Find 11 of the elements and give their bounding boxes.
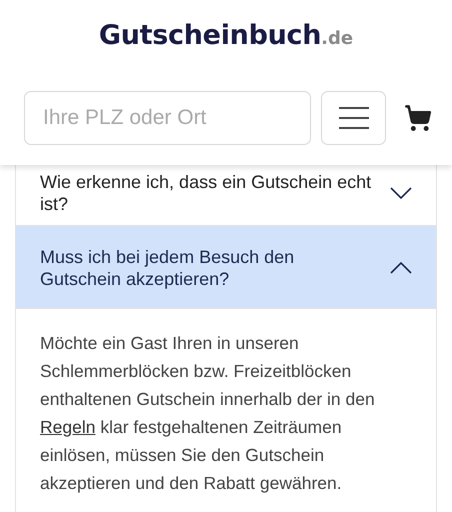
- faq-question[interactable]: Muss ich bei jedem Besuch den Gutschein akzeptieren?: [16, 226, 436, 309]
- menu-icon: [338, 107, 368, 129]
- chevron-up-icon: [390, 262, 412, 274]
- chevron-down-icon: [390, 187, 412, 199]
- menu-button[interactable]: [321, 91, 386, 145]
- faq-answer: Möchte ein Gast Ihren in unseren Schlemmerblöcken bzw. Freizeitblöcken enthaltenen Gutschein innerhalb der in den Regeln klar festgehaltenen Zeiträumen einlösen, müssen Sie den Gutschein akzeptieren und den Rabatt gewähren.: [39, 332, 376, 495]
- rules-link[interactable]: Regeln: [40, 417, 96, 437]
- cart-button[interactable]: [404, 104, 432, 132]
- cart-icon: [404, 104, 432, 132]
- logo[interactable]: Gutscheinbuch.de: [98, 20, 354, 56]
- search-field[interactable]: Ihre PLZ oder Ort: [24, 91, 311, 145]
